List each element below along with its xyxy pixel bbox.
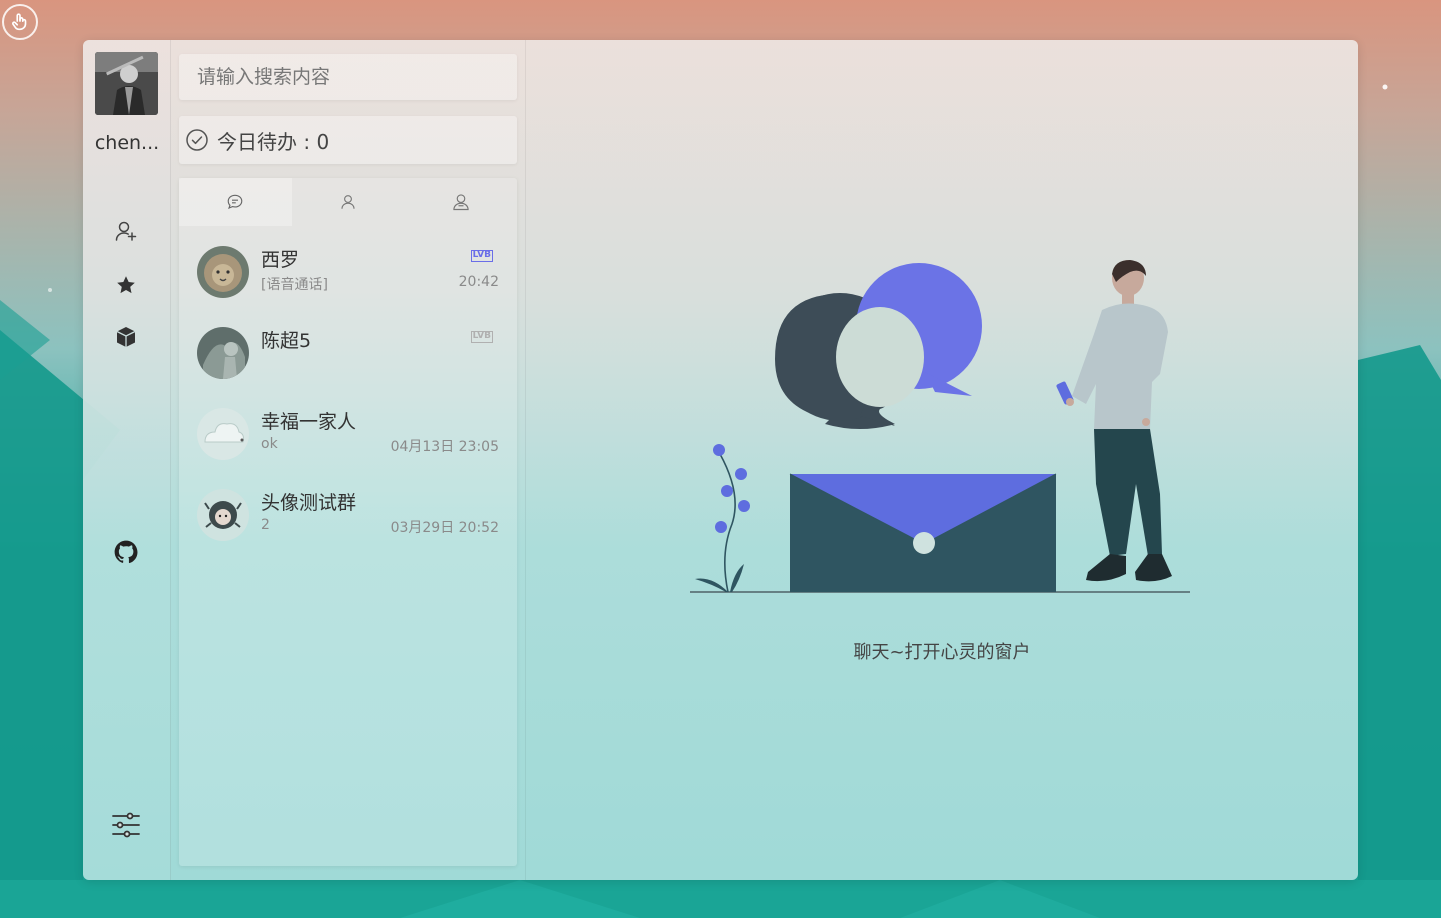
conversation-item[interactable]: 陈超5 LVB [179, 317, 517, 389]
conversation-last-message: [语音通话] [261, 277, 328, 293]
tab-chats[interactable] [179, 178, 292, 226]
conversation-avatar [197, 246, 249, 298]
conversation-avatar [197, 327, 249, 379]
conversation-time: 20:42 [458, 274, 499, 290]
touch-indicator-icon [2, 4, 38, 40]
github-icon[interactable] [111, 537, 141, 567]
chat-empty-state: 聊天~打开心灵的窗户 [526, 40, 1358, 880]
conversation-name: 西罗 [261, 249, 300, 271]
chat-bubble-icon [228, 194, 243, 209]
conversation-name: 陈超5 [261, 330, 312, 352]
chat-app-window: chen... 请输入搜索内容 今日待办: 0 西罗 [语音通话] 20:42… [83, 40, 1358, 880]
conversation-avatar [197, 489, 249, 541]
conversation-item[interactable]: 幸福一家人 ok 04月13日 23:05 [179, 398, 517, 470]
conversation-avatar [197, 408, 249, 460]
star-icon[interactable] [111, 270, 141, 300]
list-tabs [179, 178, 517, 226]
conversation-last-message: ok [261, 436, 278, 452]
conversation-last-message: 2 [261, 517, 270, 533]
conversation-column: 今日待办 : 0 [171, 40, 526, 880]
empty-state-slogan: 聊天~打开心灵的窗户 [853, 642, 1031, 663]
cube-icon[interactable] [111, 322, 141, 352]
user-name: chen... [94, 132, 160, 154]
user-avatar[interactable] [95, 52, 158, 115]
conversation-time: 03月29日 20:52 [390, 520, 499, 536]
conversation-name: 头像测试群 [261, 492, 357, 514]
left-nav: chen... [83, 40, 171, 880]
level-badge: LVB [470, 250, 493, 262]
today-todo-bar[interactable]: 今日待办 : 0 [179, 116, 517, 164]
chat-illustration [690, 260, 1190, 593]
today-todo-label: 今日待办 : 0 [217, 129, 330, 154]
search-input[interactable] [179, 54, 517, 100]
group-icon [453, 194, 469, 211]
settings-sliders-icon[interactable] [109, 808, 143, 842]
tab-contacts[interactable] [292, 178, 405, 226]
conversation-item[interactable]: 头像测试群 2 03月29日 20:52 [179, 479, 517, 551]
conversation-list-card: 西罗 [语音通话] 20:42 LVB 陈超5 LVB 幸福一家人 ok 04月… [179, 178, 517, 866]
add-friend-icon[interactable] [111, 216, 141, 246]
conversation-item[interactable]: 西罗 [语音通话] 20:42 LVB [179, 236, 517, 308]
tab-groups[interactable] [404, 178, 517, 226]
check-circle-icon [186, 129, 208, 151]
conversation-time: 04月13日 23:05 [390, 439, 499, 455]
conversation-name: 幸福一家人 [261, 411, 357, 433]
level-badge: LVB [470, 331, 493, 343]
user-icon [341, 195, 355, 209]
